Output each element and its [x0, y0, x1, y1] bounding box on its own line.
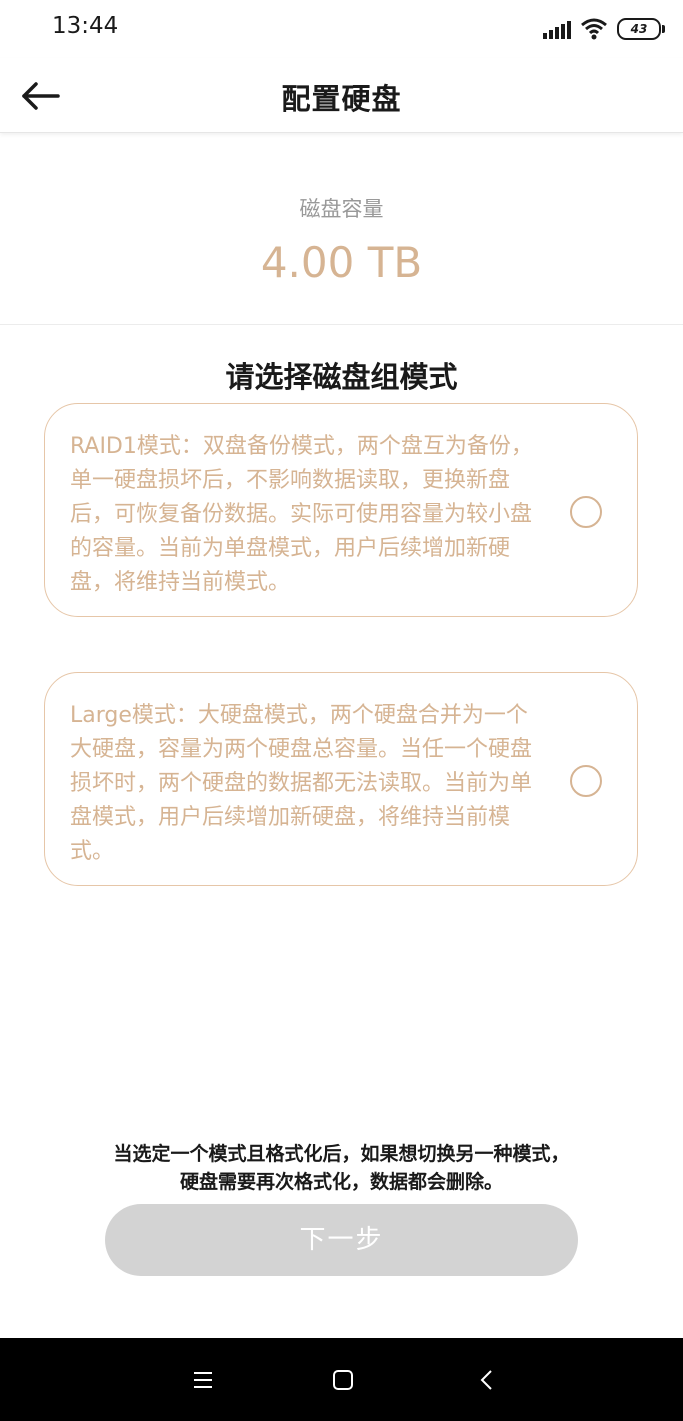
radio-large[interactable]: [570, 765, 602, 797]
menu-icon: [194, 1372, 212, 1388]
back-icon: [480, 1370, 492, 1390]
status-time: 13:44: [52, 13, 119, 39]
capacity-label: 磁盘容量: [299, 197, 384, 221]
home-button[interactable]: [329, 1366, 357, 1394]
signal-icon: [543, 19, 571, 39]
nav-back-button[interactable]: [473, 1366, 501, 1394]
capacity-value: 4.00 TB: [260, 238, 423, 287]
option-description-large: Large模式：大硬盘模式，两个硬盘合并为一个大硬盘，容量为两个硬盘总容量。当任…: [70, 703, 533, 864]
option-card-raid1[interactable]: RAID1模式：双盘备份模式，两个盘互为备份，单一硬盘损坏后，不影响数据读取，更…: [44, 403, 638, 617]
home-icon: [333, 1370, 353, 1390]
status-bar: 13:44 43: [0, 0, 683, 58]
battery-level: 43: [630, 22, 648, 36]
section-title: 请选择磁盘组模式: [225, 360, 458, 394]
divider: [0, 324, 683, 325]
app-header: 配置硬盘: [0, 58, 683, 133]
page-title: 配置硬盘: [281, 82, 402, 116]
radio-raid1[interactable]: [570, 496, 602, 528]
wifi-icon: [581, 18, 607, 40]
nav-bar: [0, 1338, 683, 1421]
next-button[interactable]: 下一步: [105, 1204, 578, 1276]
battery-icon: 43: [617, 18, 665, 40]
option-description-raid1: RAID1模式：双盘备份模式，两个盘互为备份，单一硬盘损坏后，不影响数据读取，更…: [70, 434, 533, 595]
footer-note-line1: 当选定一个模式且格式化后，如果想切换另一种模式，: [113, 1143, 570, 1165]
option-card-large[interactable]: Large模式：大硬盘模式，两个硬盘合并为一个大硬盘，容量为两个硬盘总容量。当任…: [44, 672, 638, 886]
footer-note: 当选定一个模式且格式化后，如果想切换另一种模式， 硬盘需要再次格式化，数据都会删…: [0, 1140, 683, 1196]
status-icons: 43: [543, 16, 665, 42]
footer-note-line2: 硬盘需要再次格式化，数据都会删除。: [179, 1171, 503, 1193]
menu-button[interactable]: [189, 1366, 217, 1394]
